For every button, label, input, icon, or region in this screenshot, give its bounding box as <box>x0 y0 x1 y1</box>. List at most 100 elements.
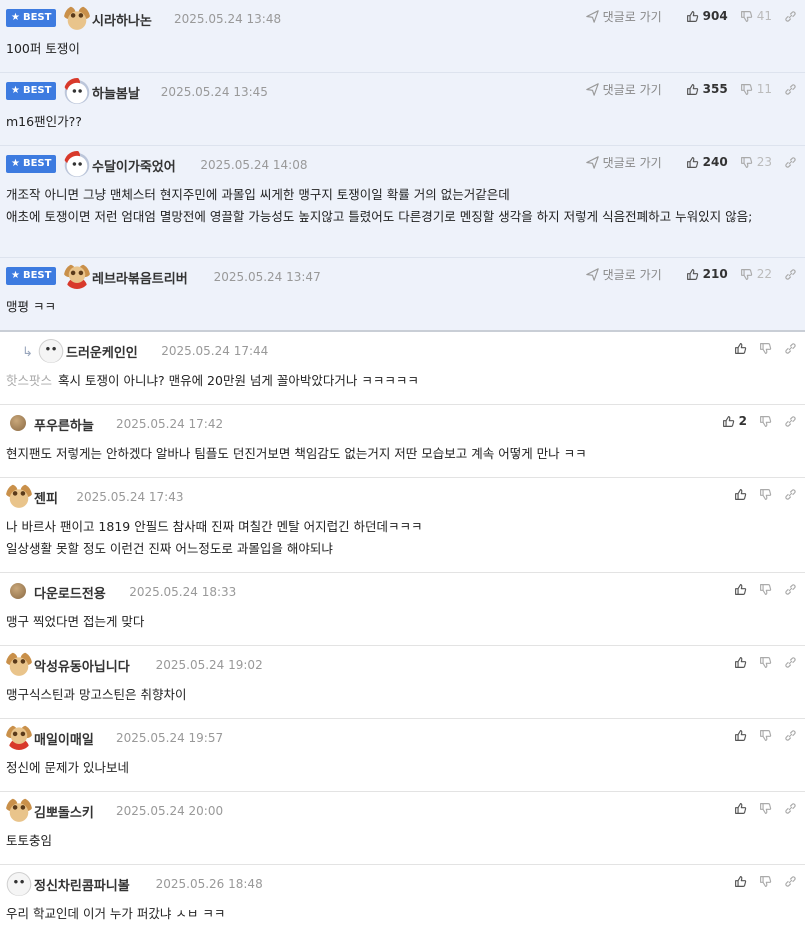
downvote-button[interactable]: 41 <box>740 9 772 23</box>
best-badge: ★ BEST <box>6 82 57 100</box>
avatar[interactable] <box>10 415 26 431</box>
nickname[interactable]: 정신차린콤파니볼 <box>34 875 130 894</box>
comment-text: m16팬인가?? <box>6 111 799 133</box>
thumbs-down-icon <box>759 415 772 428</box>
copy-link-button[interactable] <box>784 342 797 355</box>
copy-link-button[interactable] <box>784 488 797 501</box>
comment-list: ★ BEST 시라하나논 2025.05.24 13:48 댓글로 가기 904 41 100… <box>0 0 805 927</box>
comment-text-content: m16팬인가?? <box>6 114 82 129</box>
copy-link-button[interactable] <box>784 802 797 815</box>
upvote-button[interactable]: 2 <box>722 414 747 428</box>
reply-target-name[interactable]: 핫스팟스 <box>6 373 52 388</box>
thumbs-down-icon <box>759 583 772 596</box>
goto-comment-link[interactable]: 댓글로 가기 <box>585 266 662 283</box>
send-icon <box>585 267 599 281</box>
comment-date: 2025.05.24 19:02 <box>155 658 263 672</box>
copy-link-button[interactable] <box>784 415 797 428</box>
comment: 매일이매일 2025.05.24 19:57 정신에 문제가 있나보네 <box>0 719 805 792</box>
upvote-button[interactable]: 240 <box>686 155 728 169</box>
copy-link-button[interactable] <box>784 656 797 669</box>
downvote-button[interactable] <box>759 415 772 428</box>
thumbs-up-icon <box>734 875 747 888</box>
link-icon <box>784 583 797 596</box>
avatar[interactable] <box>6 797 32 823</box>
downvote-button[interactable]: 23 <box>740 155 772 169</box>
nickname[interactable]: 매일이매일 <box>34 729 94 748</box>
upvote-button[interactable] <box>734 802 747 815</box>
copy-link-button[interactable] <box>784 875 797 888</box>
nickname[interactable]: 푸우른하늘 <box>34 415 94 434</box>
send-icon <box>585 9 599 23</box>
downvote-button[interactable] <box>759 729 772 742</box>
downvote-button[interactable] <box>759 875 772 888</box>
best-badge: ★ BEST <box>6 267 57 285</box>
avatar[interactable] <box>64 5 90 31</box>
copy-link-button[interactable] <box>784 156 797 169</box>
nickname[interactable]: 악성유동아닙니다 <box>34 656 130 675</box>
downvote-button[interactable] <box>759 656 772 669</box>
nickname[interactable]: 하늘봄날 <box>92 83 140 102</box>
link-icon <box>784 156 797 169</box>
copy-link-button[interactable] <box>784 10 797 23</box>
avatar[interactable] <box>6 724 32 750</box>
avatar[interactable] <box>6 651 32 677</box>
nickname[interactable]: 젠피 <box>34 488 58 507</box>
comment-actions: 댓글로 가기 210 22 <box>585 266 797 283</box>
upvote-button[interactable] <box>734 488 747 501</box>
downvote-button[interactable]: 11 <box>740 82 772 96</box>
avatar[interactable] <box>64 78 90 104</box>
upvote-button[interactable] <box>734 875 747 888</box>
goto-comment-link[interactable]: 댓글로 가기 <box>585 81 662 98</box>
comment-header: 김뽀돌스키 2025.05.24 20:00 <box>0 792 805 828</box>
goto-comment-link[interactable]: 댓글로 가기 <box>585 154 662 171</box>
avatar[interactable] <box>38 337 64 363</box>
avatar[interactable] <box>6 870 32 896</box>
comment-body: m16팬인가?? <box>0 109 805 145</box>
upvote-count: 240 <box>702 155 728 169</box>
avatar[interactable] <box>64 151 90 177</box>
avatar[interactable] <box>64 263 90 289</box>
upvote-button[interactable]: 210 <box>686 267 728 281</box>
comment: 김뽀돌스키 2025.05.24 20:00 토토충임 <box>0 792 805 865</box>
comment-text-content: 나 바르사 팬이고 1819 안필드 참사때 진짜 며칠간 멘탈 어지럽긴 하던… <box>6 519 423 534</box>
nickname[interactable]: 다운로드전용 <box>34 583 106 602</box>
downvote-button[interactable]: 22 <box>740 267 772 281</box>
downvote-count: 11 <box>756 82 772 96</box>
goto-comment-link[interactable]: 댓글로 가기 <box>585 8 662 25</box>
thumbs-down-icon <box>759 656 772 669</box>
downvote-button[interactable] <box>759 342 772 355</box>
downvote-button[interactable] <box>759 583 772 596</box>
best-comment: ★ BEST 하늘봄날 2025.05.24 13:45 댓글로 가기 355 11 m16팬… <box>0 73 805 146</box>
nickname[interactable]: 드러운케인인 <box>66 342 138 361</box>
copy-link-button[interactable] <box>784 83 797 96</box>
thumbs-up-icon <box>734 583 747 596</box>
comment-body: 나 바르사 팬이고 1819 안필드 참사때 진짜 며칠간 멘탈 어지럽긴 하던… <box>0 514 805 572</box>
upvote-button[interactable] <box>734 656 747 669</box>
nickname[interactable]: 김뽀돌스키 <box>34 802 94 821</box>
comment-body: 맹평 ㅋㅋ <box>0 294 805 330</box>
nickname[interactable]: 수달이가죽었어 <box>92 156 176 175</box>
nickname[interactable]: 레브라볶음트리버 <box>92 268 188 287</box>
upvote-button[interactable]: 904 <box>686 9 728 23</box>
comment-date: 2025.05.24 20:00 <box>116 804 224 818</box>
star-icon: ★ <box>11 158 20 169</box>
comment-body: 정신에 문제가 있나보네 <box>0 755 805 791</box>
downvote-button[interactable] <box>759 802 772 815</box>
avatar[interactable] <box>6 483 32 509</box>
downvote-button[interactable] <box>759 488 772 501</box>
comment-actions: 댓글로 가기 355 11 <box>585 81 797 98</box>
copy-link-button[interactable] <box>784 583 797 596</box>
best-comment: ★ BEST 시라하나논 2025.05.24 13:48 댓글로 가기 904 41 100… <box>0 0 805 73</box>
best-comment: ★ BEST 레브라볶음트리버 2025.05.24 13:47 댓글로 가기 210 22… <box>0 258 805 332</box>
nickname[interactable]: 시라하나논 <box>92 10 152 29</box>
upvote-button[interactable] <box>734 342 747 355</box>
upvote-button[interactable] <box>734 583 747 596</box>
copy-link-button[interactable] <box>784 268 797 281</box>
comment-header: 다운로드전용 2025.05.24 18:33 <box>0 573 805 609</box>
copy-link-button[interactable] <box>784 729 797 742</box>
upvote-button[interactable] <box>734 729 747 742</box>
star-icon: ★ <box>11 12 20 23</box>
upvote-button[interactable]: 355 <box>686 82 728 96</box>
comment-header: 매일이매일 2025.05.24 19:57 <box>0 719 805 755</box>
avatar[interactable] <box>10 583 26 599</box>
